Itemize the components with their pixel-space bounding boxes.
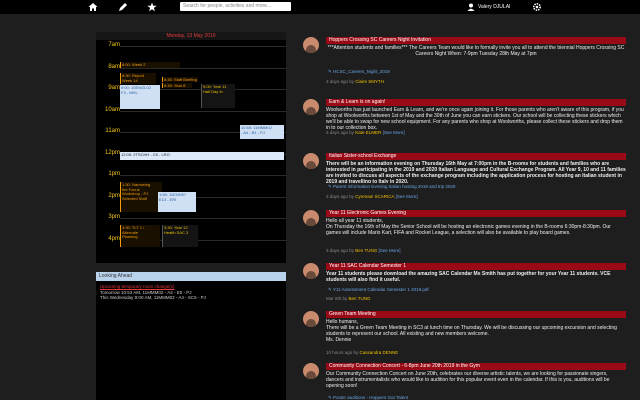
- user-name: Valery DJULAI: [478, 4, 511, 10]
- attachment-link[interactable]: ✎ Parent Information Evening Italian hos…: [328, 184, 455, 190]
- author-link[interactable]: Ben TUNG: [355, 248, 377, 253]
- feed-item: Green Team Meeting Hello humans, There w…: [296, 306, 632, 358]
- feed-item-meta: 10 hours ago by Cassandra DENNE: [326, 350, 399, 355]
- see-more-link[interactable]: [See More]: [383, 130, 405, 135]
- calendar-event[interactable]: 8:45: Year 8: [162, 83, 192, 88]
- gear-icon[interactable]: [532, 2, 542, 12]
- feed-item-meta: 3 days ago by Claire SMYTH: [326, 79, 385, 84]
- feed-item-title[interactable]: Italian Sister-school Exchange: [326, 153, 626, 160]
- avatar: [303, 99, 319, 115]
- hour-label: 11am: [105, 128, 120, 134]
- news-feed: Hoppers Crossing SC Careers Night Invita…: [296, 32, 632, 400]
- hour-label: 10am: [104, 106, 120, 113]
- room-change-item: This Wednesday 9:00 AM, 11MMM02 - A4 - S…: [100, 295, 206, 300]
- looking-ahead-panel: Looking Ahead Upcoming temporary room ch…: [96, 272, 286, 400]
- top-bar: Search for people, activities and more..…: [0, 0, 640, 14]
- calendar-event[interactable]: 9:00: Year 11 Half Day In: [201, 84, 235, 108]
- feed-item-meta: 3 days ago by Cyrenaei SCARICA [See More…: [326, 194, 418, 199]
- user-icon: [467, 3, 475, 11]
- feed-item-title[interactable]: Community Connection Concert - 6-8pm Jun…: [326, 363, 626, 370]
- hour-label: 9am: [108, 85, 120, 91]
- feed-item-meta: 3 days ago by Ben TUNG [See More]: [326, 248, 401, 253]
- hour-label: 7am: [108, 42, 120, 48]
- avatar: [303, 37, 319, 53]
- hour-label: 8am: [108, 63, 120, 70]
- calendar-event[interactable]: 12:05: 2TSCHH - C5 - LRO: [120, 152, 284, 160]
- hour-gridline: [120, 110, 286, 112]
- home-icon[interactable]: [88, 2, 98, 12]
- calendar-event[interactable]: 1:30: Narrowing the Focus Workshop - PJ …: [120, 182, 162, 212]
- feed-item-body: Year 11 students please download the ama…: [326, 271, 611, 283]
- feed-item: Hoppers Crossing SC Careers Night Invita…: [296, 32, 632, 90]
- feed-item-body: Hello humans, There will be a Green Team…: [326, 319, 617, 343]
- author-link[interactable]: Cassandra DENNE: [360, 350, 399, 355]
- feed-item-meta: Mar 6th by Ben TUNG: [326, 296, 371, 301]
- calendar-event[interactable]: 8:45: Staff Briefing: [162, 77, 198, 82]
- feed-item-title[interactable]: Earn & Learn is on again!: [326, 99, 626, 106]
- avatar: [303, 311, 319, 327]
- attachment-link[interactable]: ✎ HCSC_Careers_Night_2019: [328, 69, 390, 75]
- calendar-date-title: Monday, 13 May 2019: [96, 32, 286, 40]
- author-link[interactable]: Cyrenaei SCARICA: [355, 194, 394, 199]
- avatar: [303, 153, 319, 169]
- feed-item-title[interactable]: Green Team Meeting: [326, 311, 626, 318]
- hour-gridline: [120, 175, 286, 176]
- feed-item-body: Our Community Connection Concert on June…: [326, 371, 610, 389]
- feed-item: Year 11 Electronic Games Evening Hello a…: [296, 205, 632, 261]
- hour-label: 4pm: [108, 235, 120, 242]
- looking-ahead-title: Looking Ahead: [96, 272, 286, 281]
- feed-item-meta: 3 days ago by Kate ELMER [See More]: [326, 130, 405, 135]
- search-input[interactable]: Search for people, activities and more..…: [180, 2, 291, 11]
- avatar: [303, 263, 319, 279]
- attachment-link[interactable]: ✎ Y11 Assessment Calendar Semester 1 201…: [328, 287, 429, 293]
- author-link[interactable]: Ben TUNG: [349, 296, 371, 301]
- avatar: [303, 210, 319, 226]
- hour-label: 3pm: [108, 214, 120, 220]
- hour-label: 12pm: [104, 149, 120, 156]
- feed-item: Earn & Learn is on again! Woolworths has…: [296, 94, 632, 152]
- hour-label: 2pm: [108, 192, 120, 199]
- see-more-link[interactable]: [See More]: [396, 194, 418, 199]
- star-icon[interactable]: [147, 2, 157, 12]
- feed-item-title[interactable]: Hoppers Crossing SC Careers Night Invita…: [326, 37, 626, 44]
- feed-item-title[interactable]: Year 11 SAC Calendar Semester 1: [326, 263, 626, 270]
- calendar-event[interactable]: 8:00: Week 2: [120, 62, 180, 68]
- attachment-link[interactable]: ✎ Poster auditions - Hoppers Got Talent: [328, 395, 408, 400]
- avatar: [303, 363, 319, 379]
- feed-item: Italian Sister-school Exchange There wil…: [296, 148, 632, 210]
- user-menu[interactable]: Valery DJULAI: [467, 2, 510, 12]
- feed-item-body: Hello all year 11 students, On Thursday …: [326, 218, 611, 236]
- calendar-event[interactable]: 10:55: 11MMM02 - A4 - B1 - PJ: [240, 125, 284, 139]
- see-more-link[interactable]: [See More]: [379, 248, 401, 253]
- calendar-event[interactable]: 3:30: TLT 1 / Alternate Planning: [120, 225, 160, 247]
- hour-gridline: [120, 46, 286, 47]
- feed-item-body: There will be an information evening on …: [326, 161, 626, 183]
- calendar-event[interactable]: 1:55: 11ENH0? E13 - ERI: [158, 192, 196, 212]
- hour-label: 1pm: [108, 171, 120, 177]
- author-link[interactable]: Kate ELMER: [355, 130, 381, 135]
- calendar-event[interactable]: 9:00: 10ENGL02 F3 - MHL: [120, 85, 160, 109]
- calendar-event[interactable]: 3:30: Year 12 Health SAC 3: [162, 225, 198, 247]
- author-link[interactable]: Claire SMYTH: [355, 79, 384, 84]
- day-calendar: Monday, 13 May 2019 7am 8am 9am 10am 11am 12p…: [96, 32, 286, 263]
- calendar-event[interactable]: 8:30: Report Week 14: [120, 73, 156, 84]
- pencil-icon[interactable]: [118, 2, 128, 12]
- feed-item: Community Connection Concert - 6-8pm Jun…: [296, 358, 632, 400]
- feed-item-body: ***Attention students and families*** Th…: [327, 45, 625, 57]
- hour-gridline: [120, 218, 286, 219]
- feed-item-body: Woolworths has just launched Earn & Lear…: [326, 107, 624, 129]
- feed-item: Year 11 SAC Calendar Semester 1 Year 11 …: [296, 258, 632, 306]
- feed-item-title[interactable]: Year 11 Electronic Games Evening: [326, 210, 626, 217]
